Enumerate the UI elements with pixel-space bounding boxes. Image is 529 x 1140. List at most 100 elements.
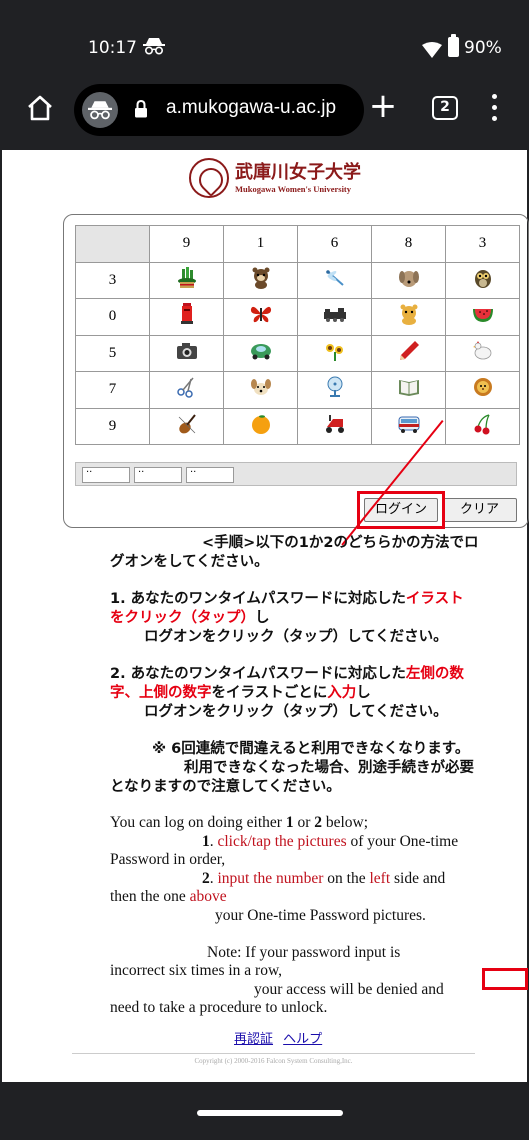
- picture-cell[interactable]: [149, 298, 224, 336]
- picture-cell[interactable]: [223, 334, 298, 372]
- instruction-en-note: need to take a procedure to unlock.: [110, 999, 328, 1016]
- instruction-text: をイラストごとに: [211, 685, 328, 701]
- clear-button[interactable]: クリア: [442, 498, 517, 522]
- camera-icon[interactable]: [175, 340, 199, 362]
- butterfly-icon[interactable]: [249, 303, 273, 325]
- pencil-icon[interactable]: [397, 340, 421, 362]
- sunflower-icon[interactable]: [323, 340, 347, 362]
- row-header: 5: [75, 334, 150, 372]
- copyright-text: Copyright (c) 2000-2016 Falcon System Co…: [194, 1057, 353, 1065]
- electric-fan-icon[interactable]: [323, 376, 347, 398]
- picture-cell[interactable]: [445, 371, 520, 409]
- picture-cell[interactable]: [371, 407, 446, 445]
- instruction-en-note: Note: If your password input is: [207, 944, 401, 961]
- column-header: 8: [371, 225, 446, 263]
- picture-cell[interactable]: [371, 261, 446, 299]
- picture-cell[interactable]: [223, 261, 298, 299]
- home-icon[interactable]: [26, 94, 54, 122]
- instruction-text-red: above: [189, 888, 227, 905]
- logo-name-en: Mukogawa Women's University: [235, 184, 352, 194]
- instruction-text: し: [255, 610, 270, 626]
- help-link[interactable]: ヘルプ: [283, 1032, 322, 1047]
- bus-icon[interactable]: [397, 413, 421, 435]
- status-time: 10:17: [88, 38, 137, 58]
- kadomatsu-icon[interactable]: [175, 266, 199, 289]
- dog-icon[interactable]: [397, 267, 421, 289]
- picture-cell[interactable]: [297, 407, 372, 445]
- picture-cell[interactable]: [223, 407, 298, 445]
- instruction-text: し: [356, 685, 371, 701]
- instruction-en: Password in order,: [110, 851, 226, 868]
- picture-cell[interactable]: [149, 261, 224, 299]
- tanuki-icon[interactable]: [249, 267, 273, 289]
- hen-icon[interactable]: [471, 340, 495, 362]
- wifi-icon: [422, 42, 442, 58]
- instruction-jp-step2: ログオンをクリック（タップ）してください。: [144, 704, 448, 720]
- picture-cell[interactable]: [371, 334, 446, 372]
- picture-cell[interactable]: [297, 261, 372, 299]
- incognito-badge[interactable]: [82, 92, 118, 128]
- address-bar[interactable]: a.mukogawa-u.ac.jp: [74, 84, 364, 136]
- mailbox-icon[interactable]: [175, 303, 199, 325]
- instruction-text: or: [293, 814, 315, 831]
- picture-cell[interactable]: [445, 334, 520, 372]
- book-icon[interactable]: [397, 376, 421, 398]
- password-field[interactable]: ··: [82, 467, 130, 483]
- instruction-en: You can log on doing either 1 or 2 below…: [110, 813, 368, 832]
- status-bar: 10:17 90%: [0, 0, 529, 72]
- picture-cell[interactable]: [223, 371, 298, 409]
- car-icon[interactable]: [249, 340, 273, 362]
- scissors-icon[interactable]: [175, 376, 199, 398]
- lion-icon[interactable]: [471, 376, 495, 398]
- instruction-text-red: click/tap the pictures: [217, 833, 347, 850]
- university-logo: 武庫川女子大学 Mukogawa Women's University: [189, 156, 379, 202]
- instruction-text: side and: [390, 870, 446, 887]
- picture-cell[interactable]: [445, 298, 520, 336]
- watermelon-icon[interactable]: [471, 303, 495, 325]
- instruction-en-note: your access will be denied and: [254, 981, 444, 998]
- picture-cell[interactable]: [371, 298, 446, 336]
- dragonfly-icon[interactable]: [323, 267, 347, 289]
- violin-icon[interactable]: [175, 413, 199, 435]
- instruction-text-red: をクリック（タップ）: [110, 610, 255, 626]
- scooter-icon[interactable]: [323, 413, 347, 435]
- reauth-link[interactable]: 再認証: [234, 1032, 273, 1047]
- picture-cell[interactable]: [149, 371, 224, 409]
- owl-icon[interactable]: [471, 267, 495, 289]
- picture-cell[interactable]: [149, 407, 224, 445]
- instruction-jp-step1: ログオンをクリック（タップ）してください。: [144, 629, 448, 645]
- picture-cell[interactable]: [445, 407, 520, 445]
- instruction-text: on the: [323, 870, 370, 887]
- password-field[interactable]: ··: [186, 467, 234, 483]
- web-page: 武庫川女子大学 Mukogawa Women's University 9 1 …: [0, 150, 529, 1082]
- picture-cell[interactable]: [297, 371, 372, 409]
- instruction-text-red: input the number: [217, 870, 324, 887]
- system-nav-bar: [0, 1082, 529, 1140]
- more-menu-icon[interactable]: [490, 92, 500, 124]
- orange-icon[interactable]: [249, 413, 273, 435]
- row-header: 3: [75, 261, 150, 299]
- picture-cell[interactable]: [297, 298, 372, 336]
- instruction-text-bold: 1: [202, 833, 210, 850]
- picture-cell[interactable]: [223, 298, 298, 336]
- instruction-jp-step1: をクリック（タップ）し: [110, 609, 270, 628]
- train-icon[interactable]: [323, 303, 347, 325]
- instruction-text: below;: [321, 814, 369, 831]
- cherry-icon[interactable]: [471, 413, 495, 435]
- new-tab-button[interactable]: +: [366, 86, 400, 126]
- instruction-jp: グオンをしてください。: [110, 554, 269, 570]
- puppy-icon[interactable]: [249, 376, 273, 398]
- home-gesture-handle[interactable]: [197, 1110, 343, 1116]
- annotation-red-box: [482, 968, 528, 990]
- tab-switcher-button[interactable]: 2: [432, 96, 458, 120]
- bear-icon[interactable]: [397, 303, 421, 326]
- grid-row: 5: [75, 334, 520, 372]
- column-header: 6: [297, 225, 372, 263]
- picture-cell[interactable]: [297, 334, 372, 372]
- instruction-text-bold: 1: [285, 814, 294, 831]
- picture-cell[interactable]: [149, 334, 224, 372]
- picture-cell[interactable]: [445, 261, 520, 299]
- picture-cell[interactable]: [371, 371, 446, 409]
- instruction-text: 1. あなたのワンタイムパスワードに対応した: [110, 591, 406, 607]
- password-field[interactable]: ··: [134, 467, 182, 483]
